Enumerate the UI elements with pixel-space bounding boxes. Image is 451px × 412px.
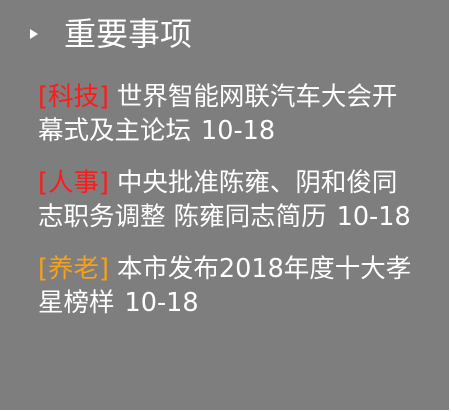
news-category: [人事] — [38, 168, 109, 198]
news-category: [科技] — [38, 82, 109, 112]
important-items-panel: 重要事项 [科技] 世界智能网联汽车大会开幕式及主论坛 10-18 [人事] 中央批准… — [0, 0, 451, 412]
news-item[interactable]: [科技] 世界智能网联汽车大会开幕式及主论坛 10-18 — [38, 80, 418, 148]
panel-header: 重要事项 — [30, 14, 192, 54]
play-triangle-icon — [30, 29, 38, 39]
news-date: 10-18 — [336, 202, 411, 232]
news-category: [养老] — [38, 254, 109, 284]
news-item[interactable]: [人事] 中央批准陈雍、阴和俊同志职务调整 陈雍同志简历 10-18 — [38, 166, 418, 234]
panel-title: 重要事项 — [64, 15, 193, 53]
news-date: 10-18 — [124, 288, 199, 318]
news-list: [科技] 世界智能网联汽车大会开幕式及主论坛 10-18 [人事] 中央批准陈雍、阴和… — [38, 80, 418, 338]
news-date: 10-18 — [201, 116, 276, 146]
news-item[interactable]: [养老] 本市发布2018年度十大孝星榜样 10-18 — [38, 252, 418, 320]
